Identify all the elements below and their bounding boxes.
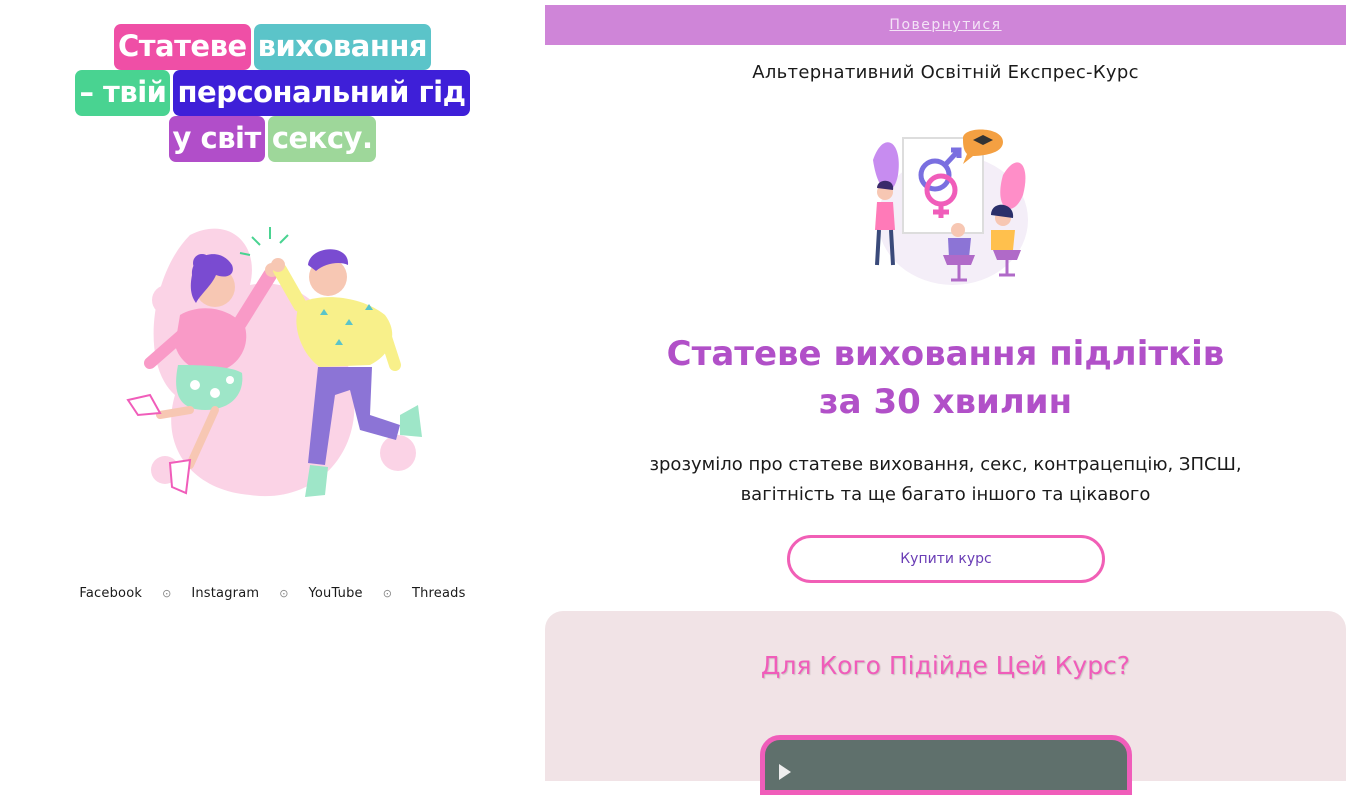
audience-title: Для Кого Підійде Цей Курс? [760, 651, 1131, 680]
circle-dot-icon: ⊙ [279, 587, 289, 600]
headline-chip: персональний гід [173, 70, 470, 116]
course-panel: Повернутися Альтернативний Освітній Експ… [545, 0, 1346, 795]
back-bar: Повернутися [545, 5, 1346, 45]
buy-course-button[interactable]: Купити курс [787, 535, 1105, 583]
course-description: зрозуміло про статеве виховання, секс, к… [585, 450, 1306, 510]
play-icon[interactable] [779, 764, 791, 780]
course-title-line1: Статеве виховання підлітків [666, 334, 1225, 374]
audience-section: Для Кого Підійде Цей Курс? [545, 611, 1346, 795]
headline-row-3: у світ сексу. [0, 116, 545, 162]
classroom-illustration [873, 129, 1028, 285]
left-panel: Статеве виховання – твій персональний гі… [0, 0, 545, 768]
course-subtitle: Альтернативний Освітній Експрес-Курс [752, 62, 1139, 83]
video-thumbnail[interactable] [760, 735, 1132, 795]
instagram-link[interactable]: Instagram [185, 586, 265, 601]
youtube-link[interactable]: YouTube [302, 586, 368, 601]
high-five-illustration [126, 227, 422, 497]
circle-dot-icon: ⊙ [162, 587, 172, 600]
description-line1: зрозуміло про статеве виховання, секс, к… [649, 454, 1242, 475]
social-links: Facebook ⊙ Instagram ⊙ YouTube ⊙ Threads [0, 586, 545, 601]
headline-chip: – твій [75, 70, 171, 116]
headline-chip: у світ [168, 116, 265, 162]
headline-row-2: – твій персональний гід [0, 70, 545, 116]
headline-chip: сексу. [267, 116, 377, 162]
back-link[interactable]: Повернутися [889, 17, 1001, 33]
course-title-line2: за 30 хвилин [818, 382, 1073, 422]
headline-row-1: Статеве виховання [0, 24, 545, 70]
circle-dot-icon: ⊙ [382, 587, 392, 600]
headline-chip: виховання [253, 24, 432, 70]
course-title: Статеве виховання підлітків за 30 хвилин [545, 330, 1346, 426]
description-line2: вагітність та ще багато іншого та цікаво… [740, 484, 1151, 505]
threads-link[interactable]: Threads [406, 586, 472, 601]
headline-chip: Статеве [113, 24, 251, 70]
headline: Статеве виховання – твій персональний гі… [0, 24, 545, 162]
facebook-link[interactable]: Facebook [73, 586, 148, 601]
page-gutter [1346, 0, 1366, 768]
